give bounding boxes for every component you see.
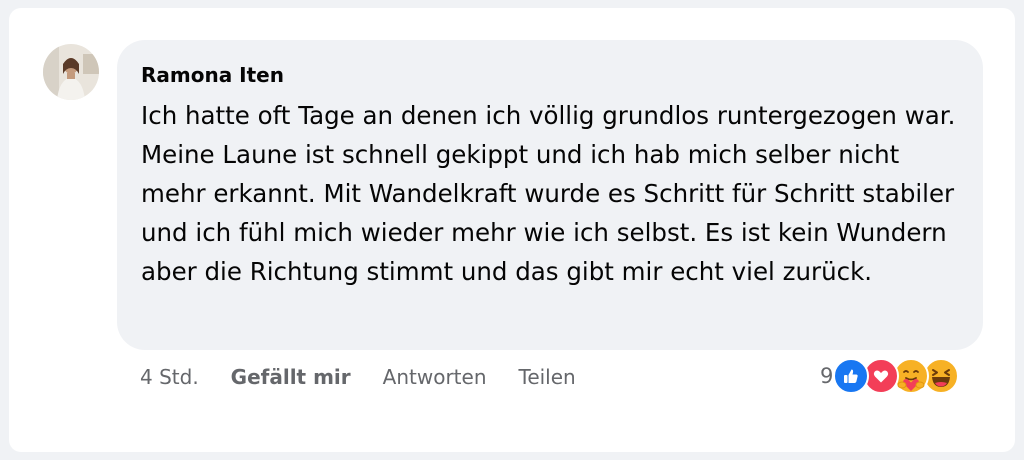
avatar[interactable]: [43, 44, 99, 100]
like-icon: [833, 358, 870, 394]
like-button[interactable]: Gefällt mir: [231, 365, 351, 389]
comment-text: Ich hatte oft Tage an denen ich völlig g…: [141, 101, 956, 286]
share-button[interactable]: Teilen: [519, 365, 576, 389]
reply-button[interactable]: Antworten: [383, 365, 487, 389]
reaction-count: 9: [820, 364, 834, 388]
timestamp[interactable]: 4 Std.: [140, 365, 199, 389]
author-name[interactable]: Ramona Iten: [141, 62, 959, 88]
comment-actions: 4 Std. Gefällt mir Antworten Teilen: [140, 363, 608, 391]
profile-photo-icon: [43, 44, 99, 100]
comment-bubble: Ramona Iten Ich hatte oft Tage an denen …: [117, 40, 983, 350]
reactions-summary[interactable]: 9: [820, 357, 960, 395]
